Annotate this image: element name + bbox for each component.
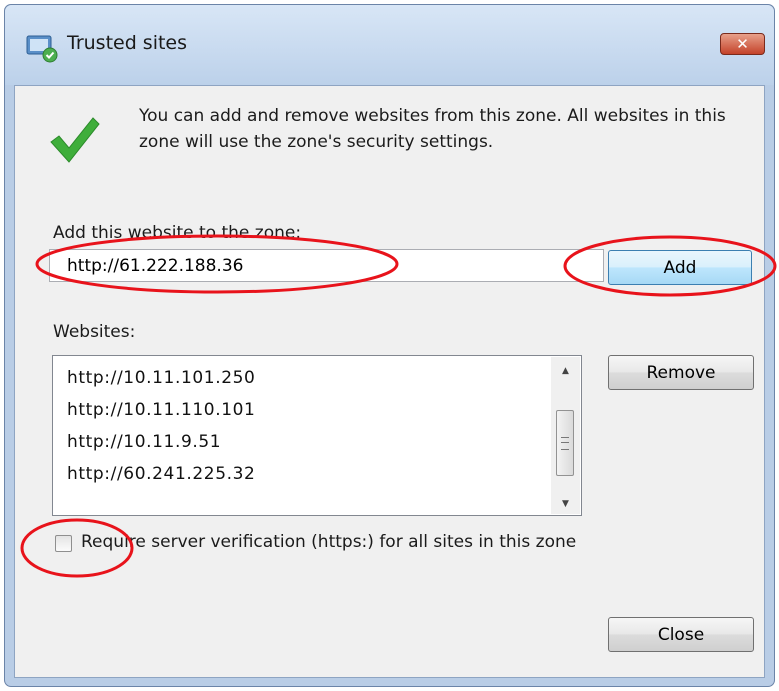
zone-description: You can add and remove websites from thi… <box>139 106 726 152</box>
scrollbar-thumb[interactable] <box>556 410 574 476</box>
green-checkmark-icon <box>50 117 100 163</box>
scroll-up-icon[interactable]: ▲ <box>551 361 580 381</box>
websites-label: Websites: <box>53 322 136 342</box>
window-close-button[interactable]: ✕ <box>720 33 765 55</box>
trusted-sites-window: Trusted sites ✕ You can add and remove w… <box>4 4 775 687</box>
grip-icon <box>561 437 569 450</box>
close-button[interactable]: Close <box>608 617 754 652</box>
website-url-input[interactable] <box>49 249 604 282</box>
require-verification-label[interactable]: Require server verification (https:) for… <box>81 532 576 552</box>
websites-list[interactable]: http://10.11.101.250 http://10.11.110.10… <box>52 355 582 516</box>
add-button[interactable]: Add <box>608 250 752 285</box>
title-bar: Trusted sites ✕ <box>5 5 774 85</box>
vertical-scrollbar[interactable]: ▲ ▼ <box>551 357 580 514</box>
list-item[interactable]: http://10.11.110.101 <box>67 400 255 420</box>
list-item[interactable]: http://10.11.9.51 <box>67 432 221 452</box>
require-verification-checkbox[interactable] <box>55 535 72 552</box>
add-website-label: Add this website to the zone: <box>53 223 302 243</box>
list-item[interactable]: http://10.11.101.250 <box>67 368 255 388</box>
trusted-sites-icon <box>26 35 58 63</box>
scroll-down-icon[interactable]: ▼ <box>551 494 580 514</box>
list-item[interactable]: http://60.241.225.32 <box>67 464 255 484</box>
close-icon: ✕ <box>736 35 749 53</box>
window-title: Trusted sites <box>67 32 188 54</box>
dialog-body: You can add and remove websites from thi… <box>14 85 765 678</box>
remove-button[interactable]: Remove <box>608 355 754 390</box>
